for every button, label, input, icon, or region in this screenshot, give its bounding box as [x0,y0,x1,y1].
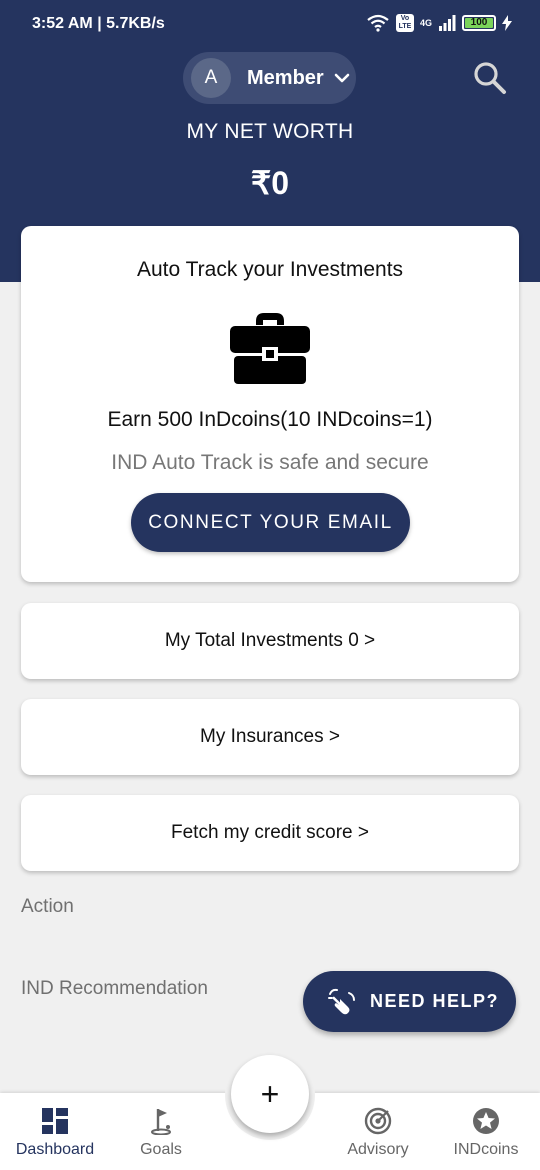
plus-icon: + [260,1076,280,1112]
star-coin-icon [473,1108,499,1134]
charging-icon [502,15,512,31]
safe-secure-text: IND Auto Track is safe and secure [111,451,429,474]
briefcase-icon [230,313,310,384]
member-selector[interactable]: A Member [183,52,356,104]
member-label: Member [247,66,324,89]
need-help-label: NEED HELP? [370,991,500,1011]
recommendation-section-title: IND Recommendation [21,978,208,999]
connect-email-button[interactable]: CONNECT YOUR EMAIL [131,493,410,552]
status-bar: 3:52 AM | 5.7KB/s Vo LTE 4G 100 [0,0,540,48]
signal-icon [439,15,456,31]
volte-icon: Vo LTE [395,14,414,32]
net-worth-value: ₹0 [250,165,290,201]
earn-coins-text: Earn 500 InDcoins(10 INDcoins=1) [107,408,433,431]
grid-icon [42,1108,68,1134]
chevron-down-icon [334,73,350,83]
insurances-card[interactable]: My Insurances > [21,699,519,775]
nav-indcoins[interactable]: INDcoins [431,1093,540,1170]
hand-wave-icon [328,988,355,1014]
add-button[interactable]: + [231,1055,309,1133]
net-worth-label: MY NET WORTH [186,120,354,143]
wifi-icon [367,14,389,32]
battery-icon: 100 [462,15,496,31]
status-time: 3:52 AM | 5.7KB/s [32,15,165,32]
network-type: 4G [419,18,432,28]
nav-advisory-label: Advisory [347,1141,409,1158]
nav-dashboard[interactable]: Dashboard [0,1093,110,1170]
search-icon[interactable] [472,60,508,96]
auto-track-title: Auto Track your Investments [136,258,404,281]
nav-advisory[interactable]: Advisory [323,1093,433,1170]
golf-flag-icon [151,1109,171,1135]
target-icon [364,1107,392,1135]
credit-score-card[interactable]: Fetch my credit score > [21,795,519,871]
action-section-title: Action [21,896,74,917]
nav-goals-label: Goals [140,1141,182,1158]
need-help-button[interactable]: NEED HELP? [303,971,516,1032]
nav-indcoins-label: INDcoins [453,1141,519,1158]
auto-track-card: Auto Track your Investments Earn 500 InD… [21,226,519,582]
status-icons: Vo LTE 4G 100 [366,14,512,32]
total-investments-card[interactable]: My Total Investments 0 > [21,603,519,679]
nav-dashboard-label: Dashboard [15,1141,95,1158]
avatar: A [191,58,231,98]
nav-goals[interactable]: Goals [106,1093,216,1170]
